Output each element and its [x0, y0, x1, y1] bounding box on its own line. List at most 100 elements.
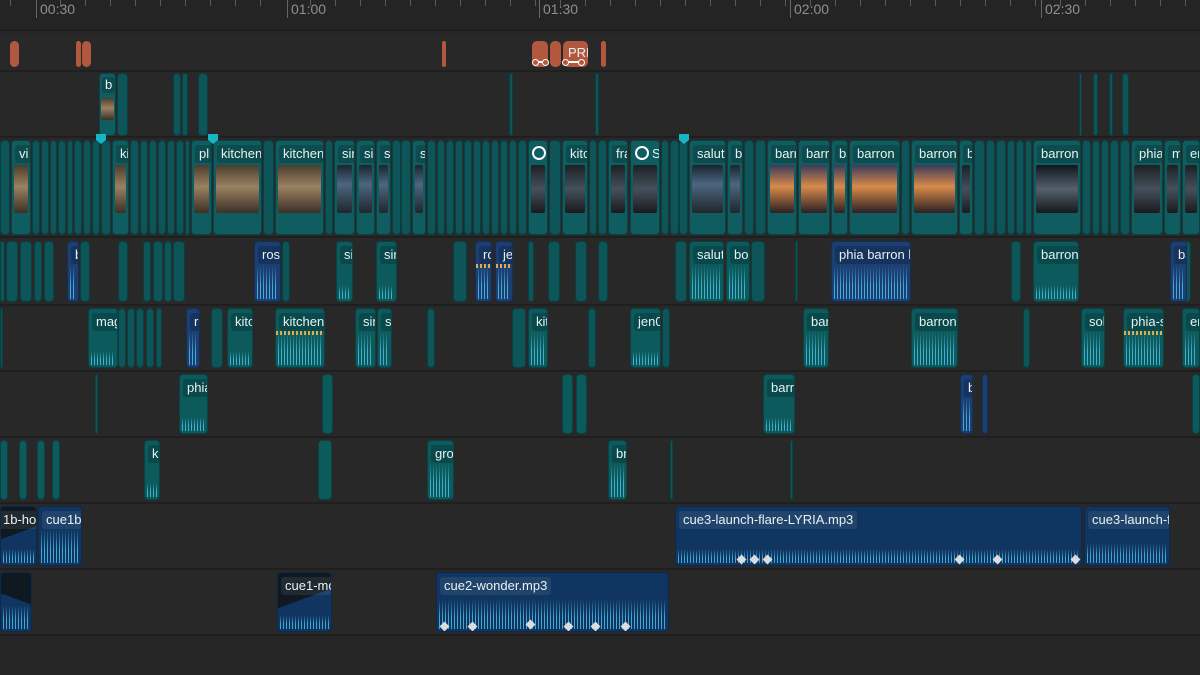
video-clip[interactable]: ba [831, 140, 848, 235]
video-clip[interactable] [263, 140, 274, 235]
broll-clip[interactable] [509, 73, 513, 136]
music-clip[interactable]: cue1-mo [277, 572, 332, 632]
video-clip[interactable] [482, 140, 490, 235]
video-clip[interactable] [50, 140, 57, 235]
broll-clip[interactable] [1122, 73, 1129, 136]
video-clip[interactable] [173, 241, 185, 302]
video-clip[interactable] [401, 140, 411, 235]
video-clip[interactable] [679, 140, 688, 235]
video-clip[interactable] [437, 140, 445, 235]
video-clip[interactable] [325, 140, 333, 235]
video-clip[interactable] [0, 140, 10, 235]
video-clip[interactable]: salut [689, 140, 726, 235]
video-clip[interactable]: bo [727, 140, 743, 235]
audio-clip[interactable] [322, 374, 333, 434]
video-clip[interactable] [0, 241, 5, 302]
video-clip[interactable]: s [412, 140, 426, 235]
broll-clip[interactable]: b [99, 73, 116, 136]
video-clip[interactable] [1007, 140, 1015, 235]
audio-clip[interactable]: sin [376, 241, 397, 302]
marker-clip[interactable] [10, 41, 19, 67]
video-clip[interactable]: vi [11, 140, 31, 235]
audio-clip[interactable] [37, 440, 45, 500]
broll-clip[interactable] [1093, 73, 1098, 136]
video-clip[interactable] [500, 140, 508, 235]
video-clip[interactable] [744, 140, 754, 235]
video-clip[interactable]: en [1182, 140, 1200, 235]
video-clip[interactable] [446, 140, 454, 235]
video-clip[interactable] [156, 308, 162, 368]
audio-clip[interactable]: brri [608, 440, 627, 500]
audio-clip[interactable] [52, 440, 60, 500]
video-clip[interactable] [588, 308, 596, 368]
video-clip[interactable] [1016, 140, 1024, 235]
video-clip[interactable] [34, 241, 42, 302]
video-clip[interactable] [427, 140, 436, 235]
video-clip[interactable]: b [959, 140, 973, 235]
video-clip[interactable] [83, 140, 91, 235]
video-clip[interactable] [6, 241, 18, 302]
video-clip[interactable] [464, 140, 472, 235]
audio-clip[interactable] [318, 440, 332, 500]
video-clip[interactable] [1101, 140, 1109, 235]
video-clip[interactable] [548, 241, 560, 302]
video-clip[interactable] [0, 308, 3, 368]
video-clip[interactable] [528, 241, 534, 302]
video-clip[interactable] [158, 140, 166, 235]
audio-clip[interactable]: phia barron lo [831, 241, 911, 302]
video-clip[interactable] [528, 140, 548, 235]
video-clip[interactable]: barron [1033, 140, 1081, 235]
video-clip[interactable] [282, 241, 290, 302]
video-clip[interactable] [453, 241, 467, 302]
video-clip[interactable]: fra [608, 140, 628, 235]
marker-clip[interactable] [442, 41, 446, 67]
marker-clip[interactable] [82, 41, 91, 67]
video-clip[interactable] [986, 140, 995, 235]
music-clip[interactable]: cue3-launch-flare-LYRIA.mp3 [675, 506, 1082, 566]
video-clip[interactable]: kitc [562, 140, 588, 235]
video-clip[interactable]: sin [334, 140, 355, 235]
video-clip[interactable]: barr [798, 140, 830, 235]
audio-clip[interactable]: barron- [1033, 241, 1079, 302]
video-clip[interactable] [58, 140, 66, 235]
video-clip[interactable] [80, 241, 90, 302]
broll-clip[interactable] [1109, 73, 1113, 136]
broll-clip[interactable] [182, 73, 188, 136]
trim-handle[interactable] [532, 59, 539, 66]
audio-clip[interactable] [576, 374, 587, 434]
video-clip[interactable]: ki [112, 140, 129, 235]
audio-clip[interactable]: ro [186, 308, 200, 368]
video-clip[interactable] [670, 140, 679, 235]
video-clip[interactable] [149, 140, 157, 235]
video-clip[interactable]: pl [191, 140, 212, 235]
video-clip[interactable] [996, 140, 1006, 235]
music-clip[interactable] [0, 572, 32, 632]
broll-clip[interactable] [198, 73, 208, 136]
video-clip[interactable]: sin [356, 140, 375, 235]
video-clip[interactable] [164, 241, 172, 302]
audio-clip[interactable]: barron [911, 308, 958, 368]
video-clip[interactable] [512, 308, 526, 368]
audio-clip[interactable] [670, 440, 673, 500]
video-clip[interactable] [491, 140, 499, 235]
audio-clip[interactable]: barro [763, 374, 795, 434]
audio-clip[interactable]: kitchen [275, 308, 325, 368]
video-clip[interactable] [392, 140, 401, 235]
audio-clip[interactable]: jen [495, 241, 513, 302]
video-clip[interactable] [751, 241, 765, 302]
video-clip[interactable] [1120, 140, 1130, 235]
video-clip[interactable]: barron [849, 140, 900, 235]
video-clip[interactable] [974, 140, 985, 235]
marker-clip[interactable] [76, 41, 81, 67]
audio-clip[interactable]: rosi [254, 241, 281, 302]
audio-clip[interactable]: phia [179, 374, 208, 434]
video-clip[interactable]: barron [767, 140, 797, 235]
audio-clip[interactable]: mag [88, 308, 118, 368]
video-clip[interactable] [1011, 241, 1021, 302]
video-clip[interactable] [589, 140, 597, 235]
audio-clip[interactable]: ba [960, 374, 973, 434]
video-clip[interactable] [473, 140, 481, 235]
video-clip[interactable] [518, 140, 527, 235]
audio-clip[interactable]: jen0 [630, 308, 661, 368]
video-clip[interactable] [92, 140, 100, 235]
